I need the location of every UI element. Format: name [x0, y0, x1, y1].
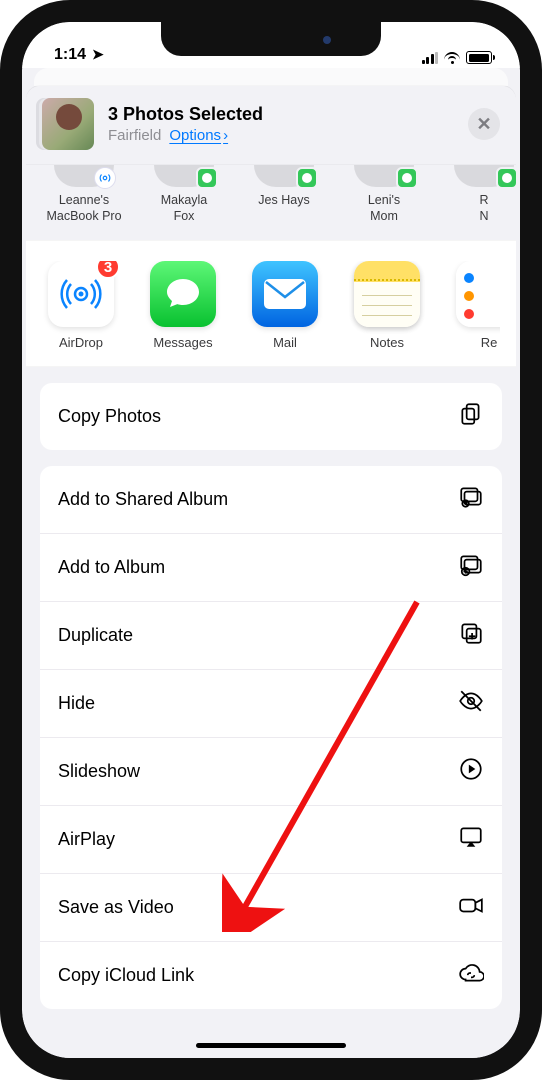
messages-badge-icon	[296, 167, 318, 189]
contact-name-line2: Mom	[342, 209, 426, 225]
play-circle-icon	[458, 756, 484, 787]
status-time: 1:14	[54, 46, 86, 64]
airdrop-icon: 3	[48, 261, 114, 327]
action-video[interactable]: Save as Video	[40, 873, 502, 941]
action-label: AirPlay	[58, 829, 115, 850]
action-label: Copy iCloud Link	[58, 965, 194, 986]
share-app-reminders[interactable]: Re	[450, 261, 500, 350]
messages-badge-icon	[396, 167, 418, 189]
location-arrow-icon: ➤	[92, 46, 104, 63]
action-group-2: Add to Shared Album Add to Album Duplica…	[40, 466, 502, 1009]
apps-row: 3 AirDrop Messages Mail Notes Re	[42, 261, 500, 350]
app-label: Messages	[144, 335, 222, 350]
home-indicator[interactable]	[196, 1043, 346, 1048]
options-button[interactable]: Options ›	[169, 127, 228, 144]
share-sheet-header: 3 Photos Selected Fairfield Options › ✕	[26, 86, 516, 165]
app-label: Re	[450, 335, 500, 350]
contact-name-line1: Jes Hays	[242, 193, 326, 209]
airdrop-badge-icon	[94, 167, 116, 189]
video-icon	[458, 892, 484, 923]
messages-icon	[150, 261, 216, 327]
action-label: Add to Shared Album	[58, 489, 228, 510]
share-app-messages[interactable]: Messages	[144, 261, 222, 350]
contact-name-line2: MacBook Pro	[42, 209, 126, 225]
contact-name-line1: Leanne's	[42, 193, 126, 209]
action-label: Slideshow	[58, 761, 140, 782]
action-cloud-link[interactable]: Copy iCloud Link	[40, 941, 502, 1009]
close-button[interactable]: ✕	[468, 108, 500, 140]
contact-name-line1: Leni's	[342, 193, 426, 209]
share-sheet: 3 Photos Selected Fairfield Options › ✕ …	[26, 86, 516, 1058]
share-app-airdrop[interactable]: 3 AirDrop	[42, 261, 120, 350]
wifi-icon	[444, 52, 460, 64]
airplay-icon	[458, 824, 484, 855]
share-app-mail[interactable]: Mail	[246, 261, 324, 350]
action-label: Add to Album	[58, 557, 165, 578]
app-label: Notes	[348, 335, 426, 350]
share-contact[interactable]: Jes Hays	[242, 165, 326, 224]
chevron-right-icon: ›	[223, 127, 228, 144]
messages-badge-icon	[196, 167, 218, 189]
messages-badge-icon	[496, 167, 516, 189]
contact-name-line1: Makayla	[142, 193, 226, 209]
shared-album-icon	[458, 484, 484, 515]
contact-avatar	[254, 165, 314, 187]
share-contact[interactable]: R N	[442, 165, 516, 224]
contact-avatar	[454, 165, 514, 187]
contacts-row: Leanne's MacBook Pro Makayla Fox Jes Hay…	[26, 165, 516, 240]
contact-avatar	[154, 165, 214, 187]
action-duplicate[interactable]: Duplicate	[40, 601, 502, 669]
device-notch	[161, 22, 381, 56]
duplicate-icon	[458, 620, 484, 651]
share-contact[interactable]: Leni's Mom	[342, 165, 426, 224]
contact-name-line1: R	[442, 193, 516, 209]
action-airplay[interactable]: AirPlay	[40, 805, 502, 873]
share-contact[interactable]: Makayla Fox	[142, 165, 226, 224]
background-card-peek	[34, 68, 508, 86]
hide-icon	[458, 688, 484, 719]
contact-name-line2: Fox	[142, 209, 226, 225]
mail-icon	[252, 261, 318, 327]
selected-photo-thumbnail[interactable]	[42, 98, 94, 150]
copy-icon	[458, 401, 484, 432]
action-play-circle[interactable]: Slideshow	[40, 737, 502, 805]
notes-icon	[354, 261, 420, 327]
contact-name-line2: N	[442, 209, 516, 225]
close-icon: ✕	[476, 114, 491, 135]
cell-signal-icon	[422, 52, 439, 64]
battery-icon	[466, 51, 492, 64]
action-label: Copy Photos	[58, 406, 161, 427]
action-group-1: Copy Photos	[40, 383, 502, 450]
app-label: Mail	[246, 335, 324, 350]
options-label: Options	[169, 127, 221, 144]
action-shared-album[interactable]: Add to Shared Album	[40, 466, 502, 533]
album-add-icon	[458, 552, 484, 583]
contact-avatar	[54, 165, 114, 187]
contact-avatar	[354, 165, 414, 187]
action-album-add[interactable]: Add to Album	[40, 533, 502, 601]
share-title: 3 Photos Selected	[108, 104, 263, 125]
reminders-icon	[456, 261, 500, 327]
actions-scroll[interactable]: Copy Photos Add to Shared Album Add to A…	[26, 367, 516, 1058]
share-contact[interactable]: Leanne's MacBook Pro	[42, 165, 126, 224]
action-hide[interactable]: Hide	[40, 669, 502, 737]
share-app-notes[interactable]: Notes	[348, 261, 426, 350]
action-copy[interactable]: Copy Photos	[40, 383, 502, 450]
action-label: Save as Video	[58, 897, 174, 918]
action-label: Hide	[58, 693, 95, 714]
share-location: Fairfield	[108, 127, 161, 144]
app-label: AirDrop	[42, 335, 120, 350]
action-label: Duplicate	[58, 625, 133, 646]
cloud-link-icon	[458, 960, 484, 991]
